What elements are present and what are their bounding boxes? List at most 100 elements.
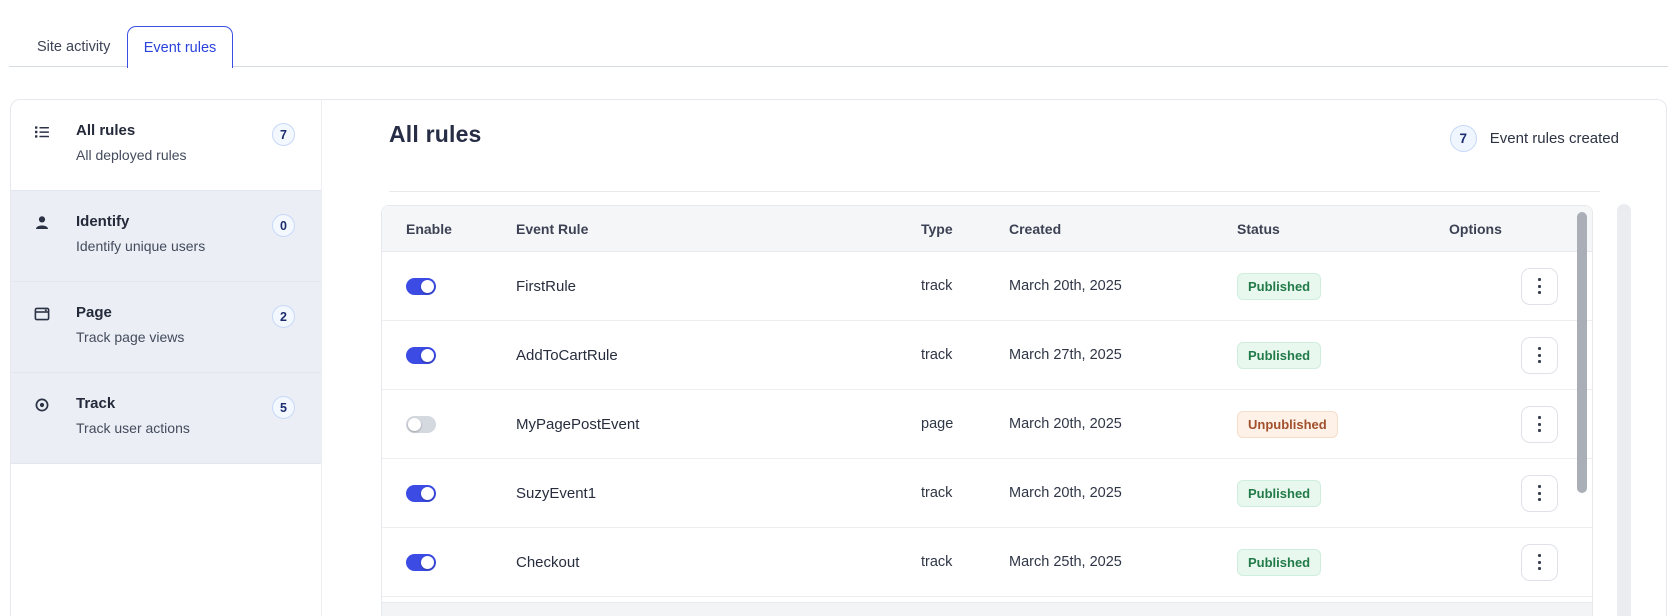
event-rule-type: track [921,278,953,294]
table-footer-bar [382,602,1592,616]
page-count-badge: 2 [272,305,295,328]
table-row: Checkout track March 25th, 2025 Publishe… [382,528,1592,597]
table-body: FirstRule track March 20th, 2025 Publish… [382,252,1592,597]
column-header-event-rule: Event Rule [516,220,589,237]
kebab-dot [1538,560,1541,564]
enable-toggle[interactable] [406,346,436,364]
event-rule-type: page [921,416,954,432]
sidebar-item-subtitle: Track user actions [76,420,190,436]
status-cell: Published [1237,341,1449,369]
table-row: SuzyEvent1 track March 20th, 2025 Publis… [382,459,1592,528]
status-badge: Published [1237,341,1322,369]
sidebar-item-subtitle: Track page views [76,329,185,345]
enable-cell [406,553,516,571]
sidebar-item-title: Track [76,395,116,412]
toggle-knob [421,348,434,362]
column-header-created: Created [1009,220,1062,237]
options-cell [1449,267,1572,305]
kebab-dot [1538,554,1541,557]
options-cell [1449,336,1572,374]
options-cell [1449,474,1572,512]
enable-toggle[interactable] [406,484,436,502]
kebab-dot [1538,422,1541,426]
tab-bar: Site activity Event rules [9,26,1668,68]
sidebar-item-track[interactable]: Track Track user actions 5 [11,373,321,464]
sidebar-item-all-rules[interactable]: All rules All deployed rules 7 [11,100,321,191]
event-rule-type: track [921,347,953,363]
options-kebab-button[interactable] [1521,543,1558,581]
column-header-status: Status [1237,220,1280,237]
page-scrollbar-thumb[interactable] [1617,204,1631,616]
sidebar-item-title: Page [76,304,112,321]
tab-event-rules-label: Event rules [143,39,217,56]
event-rule-name: Checkout [516,553,580,571]
enable-cell [406,277,516,295]
toggle-knob [421,486,434,500]
kebab-dot [1538,567,1541,570]
table-scrollbar-thumb[interactable] [1577,212,1587,493]
toggle-knob [421,279,434,293]
event-rule-created: March 20th, 2025 [1009,278,1122,294]
sidebar-item-page[interactable]: Page Track page views 2 [11,282,321,373]
options-kebab-button[interactable] [1521,474,1558,512]
enable-cell [406,415,516,433]
event-rule-name: FirstRule [516,277,577,295]
tab-site-activity-label: Site activity [37,38,111,55]
status-badge: Unpublished [1237,410,1338,438]
enable-cell [406,346,516,364]
table-header-row: Enable Event Rule Type Created Status Op… [382,206,1592,252]
event-rule-created: March 27th, 2025 [1009,347,1122,363]
page-title: All rules [389,121,482,147]
event-rule-created: March 20th, 2025 [1009,416,1122,432]
content-card: All rules All deployed rules 7 Identify … [10,99,1667,616]
kebab-dot [1538,291,1541,294]
sidebar-item-title: Identify [76,213,130,230]
event-rule-type: track [921,554,953,570]
identify-count-badge: 0 [272,214,295,237]
summary-count-badge: 7 [1449,125,1477,152]
status-badge: Published [1237,272,1322,300]
sidebar-item-subtitle: Identify unique users [76,238,206,254]
toggle-knob [408,417,421,431]
kebab-dot [1538,416,1541,419]
status-cell: Unpublished [1237,410,1449,438]
tab-bar-divider [9,66,1668,67]
enable-toggle[interactable] [406,553,436,571]
target-icon [34,397,50,413]
status-cell: Published [1237,272,1449,300]
list-icon [34,124,50,140]
options-kebab-button[interactable] [1521,267,1558,305]
toggle-knob [421,555,434,569]
event-rule-name: MyPagePostEvent [516,415,640,433]
event-rules-table: Enable Event Rule Type Created Status Op… [381,205,1593,616]
status-badge: Published [1237,548,1322,576]
sidebar-item-title: All rules [76,122,136,139]
rules-sidebar: All rules All deployed rules 7 Identify … [11,100,322,616]
enable-cell [406,484,516,502]
tab-event-rules[interactable]: Event rules [127,26,233,68]
table-row: MyPagePostEvent page March 20th, 2025 Un… [382,390,1592,459]
window-icon [34,306,50,322]
kebab-dot [1538,429,1541,432]
event-rule-created: March 25th, 2025 [1009,554,1122,570]
kebab-dot [1538,485,1541,488]
enable-toggle[interactable] [406,415,436,433]
event-rule-type: track [921,485,953,501]
column-header-type: Type [921,220,953,237]
kebab-dot [1538,284,1541,288]
column-header-options: Options [1449,220,1502,237]
options-kebab-button[interactable] [1521,405,1558,443]
tab-site-activity[interactable]: Site activity [27,26,120,67]
rules-summary: 7 Event rules created [1449,125,1619,152]
kebab-dot [1538,347,1541,350]
options-cell [1449,405,1572,443]
options-kebab-button[interactable] [1521,336,1558,374]
enable-toggle[interactable] [406,277,436,295]
table-row: AddToCartRule track March 27th, 2025 Pub… [382,321,1592,390]
kebab-dot [1538,353,1541,357]
kebab-dot [1538,360,1541,363]
status-cell: Published [1237,548,1449,576]
sidebar-item-identify[interactable]: Identify Identify unique users 0 [11,191,321,282]
options-cell [1449,543,1572,581]
all-rules-count-badge: 7 [272,123,295,146]
